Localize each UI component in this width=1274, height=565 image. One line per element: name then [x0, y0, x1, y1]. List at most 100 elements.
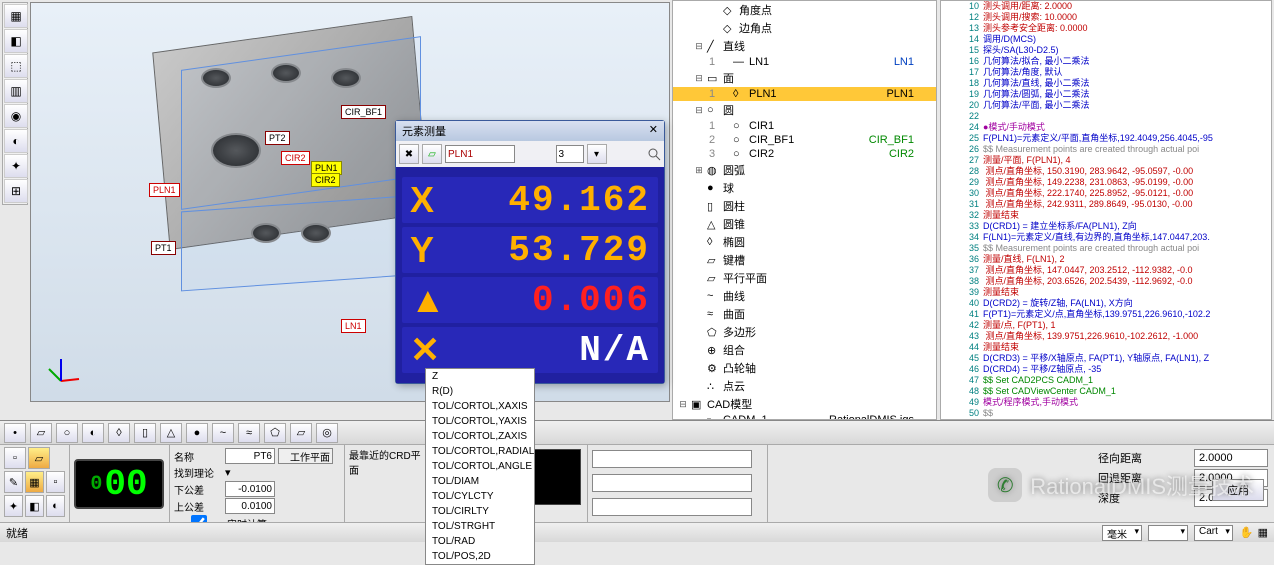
- tag-pt1[interactable]: PT1: [151, 241, 176, 255]
- code-line[interactable]: 46D(CRD4) = 平移/Z轴原点, -35: [941, 364, 1271, 375]
- tree-row[interactable]: ▯圆柱: [673, 197, 936, 215]
- code-line[interactable]: 50$$: [941, 408, 1271, 419]
- dro-row-y[interactable]: Y 53.729: [402, 227, 658, 273]
- code-line[interactable]: 25F(PLN1)=元素定义/平面,直角坐标,192.4049,256.4045…: [941, 133, 1271, 144]
- tool-icon[interactable]: ⬚: [4, 54, 28, 78]
- plane-icon[interactable]: ▱: [422, 144, 442, 164]
- tree-row[interactable]: ◇边角点: [673, 19, 936, 37]
- mode-icon[interactable]: ✎: [4, 471, 23, 493]
- grid-icon[interactable]: ▦: [1258, 526, 1268, 539]
- tree-row[interactable]: 1○CIR1: [673, 119, 936, 133]
- code-line[interactable]: 27测量/平面, F(PLN1), 4: [941, 155, 1271, 166]
- mode-icon[interactable]: ▫: [4, 447, 26, 469]
- lower-tol-input[interactable]: [225, 481, 275, 497]
- field-input[interactable]: [592, 450, 752, 468]
- unit-combo[interactable]: 毫米: [1102, 525, 1142, 541]
- dropdown-item[interactable]: TOL/CORTOL,RADIAL: [426, 444, 534, 459]
- dropdown-item[interactable]: TOL/CORTOL,ZAXIS: [426, 429, 534, 444]
- tree-row[interactable]: ⊞◍圆弧: [673, 161, 936, 179]
- hand-icon[interactable]: ✋: [1240, 526, 1254, 539]
- feature-name-input[interactable]: [445, 145, 515, 163]
- dropdown-icon[interactable]: ▾: [587, 144, 607, 164]
- tree-row[interactable]: 3○CIR2CIR2: [673, 147, 936, 161]
- code-line[interactable]: 14调用/D(MCS): [941, 34, 1271, 45]
- dropdown-item[interactable]: TOL/POS,2D: [426, 549, 534, 564]
- tag-ln1[interactable]: LN1: [341, 319, 366, 333]
- tree-row[interactable]: 1◊PLN1PLN1: [673, 87, 936, 101]
- tree-row[interactable]: ≈曲面: [673, 305, 936, 323]
- field-input[interactable]: [592, 498, 752, 516]
- tag-cir2b[interactable]: CIR2: [311, 173, 340, 187]
- point-count-input[interactable]: [556, 145, 584, 163]
- toolbar-icon[interactable]: ~: [212, 423, 234, 443]
- feature-name-input[interactable]: [225, 448, 275, 464]
- dropdown-item[interactable]: TOL/CORTOL,YAXIS: [426, 414, 534, 429]
- code-line[interactable]: 49模式/程序模式,手动模式: [941, 397, 1271, 408]
- dro-row-x[interactable]: X 49.162: [402, 177, 658, 223]
- tree-row[interactable]: ▫CADM_1RationalDMIS.igs: [673, 413, 936, 420]
- code-line[interactable]: 20几何算法/平面, 最小二乘法: [941, 100, 1271, 111]
- tag-pt2[interactable]: PT2: [265, 131, 290, 145]
- code-line[interactable]: 22: [941, 111, 1271, 122]
- code-line[interactable]: 42测量/点, F(PT1), 1: [941, 320, 1271, 331]
- code-line[interactable]: 39测量结束: [941, 287, 1271, 298]
- dropdown-item[interactable]: Z: [426, 369, 534, 384]
- toolbar-icon[interactable]: ◐: [82, 423, 104, 443]
- dropdown-item[interactable]: TOL/DIAM: [426, 474, 534, 489]
- code-line[interactable]: 30 测点/直角坐标, 222.1740, 225.8952, -95.0121…: [941, 188, 1271, 199]
- mode-icon[interactable]: ▫: [46, 471, 65, 493]
- feature-tree[interactable]: ◇角度点◇边角点⊟╱直线1—LN1LN1⊟▭面1◊PLN1PLN1⊟○圆1○CI…: [672, 0, 937, 420]
- code-line[interactable]: 38 测点/直角坐标, 203.6526, 202.5439, -112.969…: [941, 276, 1271, 287]
- code-line[interactable]: 47$$ Set CAD2PCS CADM_1: [941, 375, 1271, 386]
- tree-row[interactable]: △圆锥: [673, 215, 936, 233]
- code-line[interactable]: 16几何算法/拟合, 最小二乘法: [941, 56, 1271, 67]
- search-icon[interactable]: [647, 147, 661, 161]
- tree-row[interactable]: ~曲线: [673, 287, 936, 305]
- toolbar-icon[interactable]: ◎: [316, 423, 338, 443]
- dro-row-form[interactable]: ▲ 0.006: [402, 277, 658, 323]
- close-icon[interactable]: ✕: [649, 123, 658, 139]
- code-line[interactable]: 33D(CRD1) = 建立坐标系/FA(PLN1), Z向: [941, 221, 1271, 232]
- tool-icon[interactable]: ▦: [4, 4, 28, 28]
- empty-combo[interactable]: [1148, 525, 1188, 541]
- tree-row[interactable]: ●球: [673, 179, 936, 197]
- toolbar-icon[interactable]: ⏥: [290, 423, 312, 443]
- tree-row[interactable]: ⬠多边形: [673, 323, 936, 341]
- toolbar-icon[interactable]: ▱: [30, 423, 52, 443]
- tool-icon[interactable]: ◐: [4, 129, 28, 153]
- tree-row[interactable]: ⚙凸轮轴: [673, 359, 936, 377]
- tag-pln1b[interactable]: PLN1: [149, 183, 180, 197]
- code-line[interactable]: 41F(PT1)=元素定义/点,直角坐标,139.9751,226.9610,-…: [941, 309, 1271, 320]
- mode-icon[interactable]: ◐: [46, 495, 65, 517]
- tool-icon[interactable]: ▥: [4, 79, 28, 103]
- toolbar-icon[interactable]: ▯: [134, 423, 156, 443]
- code-line[interactable]: 29 测点/直角坐标, 149.2238, 231.0863, -95.0199…: [941, 177, 1271, 188]
- toolbar-icon[interactable]: ●: [186, 423, 208, 443]
- code-line[interactable]: 28 测点/直角坐标, 150.3190, 283.9642, -95.0597…: [941, 166, 1271, 177]
- toolbar-icon[interactable]: ⬠: [264, 423, 286, 443]
- code-line[interactable]: 12测头调用/搜索: 10.0000: [941, 12, 1271, 23]
- code-line[interactable]: 36测量/直线, F(LN1), 2: [941, 254, 1271, 265]
- tree-row[interactable]: ∴点云: [673, 377, 936, 395]
- tree-row[interactable]: ▱键槽: [673, 251, 936, 269]
- code-line[interactable]: 35$$ Measurement points are created thro…: [941, 243, 1271, 254]
- tag-cir-bf1[interactable]: CIR_BF1: [341, 105, 386, 119]
- dropdown-icon[interactable]: ▾: [225, 466, 231, 479]
- code-line[interactable]: 13测头参考安全距离: 0.0000: [941, 23, 1271, 34]
- code-line[interactable]: 43 测点/直角坐标, 139.9751,226.9610,-102.2612,…: [941, 331, 1271, 342]
- upper-tol-input[interactable]: [225, 498, 275, 514]
- radial-dist-input[interactable]: [1194, 449, 1268, 467]
- toolbar-icon[interactable]: ○: [56, 423, 78, 443]
- code-line[interactable]: 24●模式/手动模式: [941, 122, 1271, 133]
- code-line[interactable]: 34F(LN1)=元素定义/直线,有边界的,直角坐标,147.0447,203.: [941, 232, 1271, 243]
- axis-icon[interactable]: ✦: [4, 495, 23, 517]
- tool-icon[interactable]: ◧: [4, 29, 28, 53]
- tree-row[interactable]: ▱平行平面: [673, 269, 936, 287]
- code-panel[interactable]: 10测头调用/距离: 2.000012测头调用/搜索: 10.000013测头参…: [940, 0, 1272, 420]
- dropdown-item[interactable]: TOL/STRGHT: [426, 519, 534, 534]
- code-line[interactable]: 48$$ Set CADViewCenter CADM_1: [941, 386, 1271, 397]
- cancel-icon[interactable]: ✖: [399, 144, 419, 164]
- dropdown-item[interactable]: R(D): [426, 384, 534, 399]
- mode-icon[interactable]: ◧: [25, 495, 44, 517]
- code-line[interactable]: 18几何算法/直线, 最小二乘法: [941, 78, 1271, 89]
